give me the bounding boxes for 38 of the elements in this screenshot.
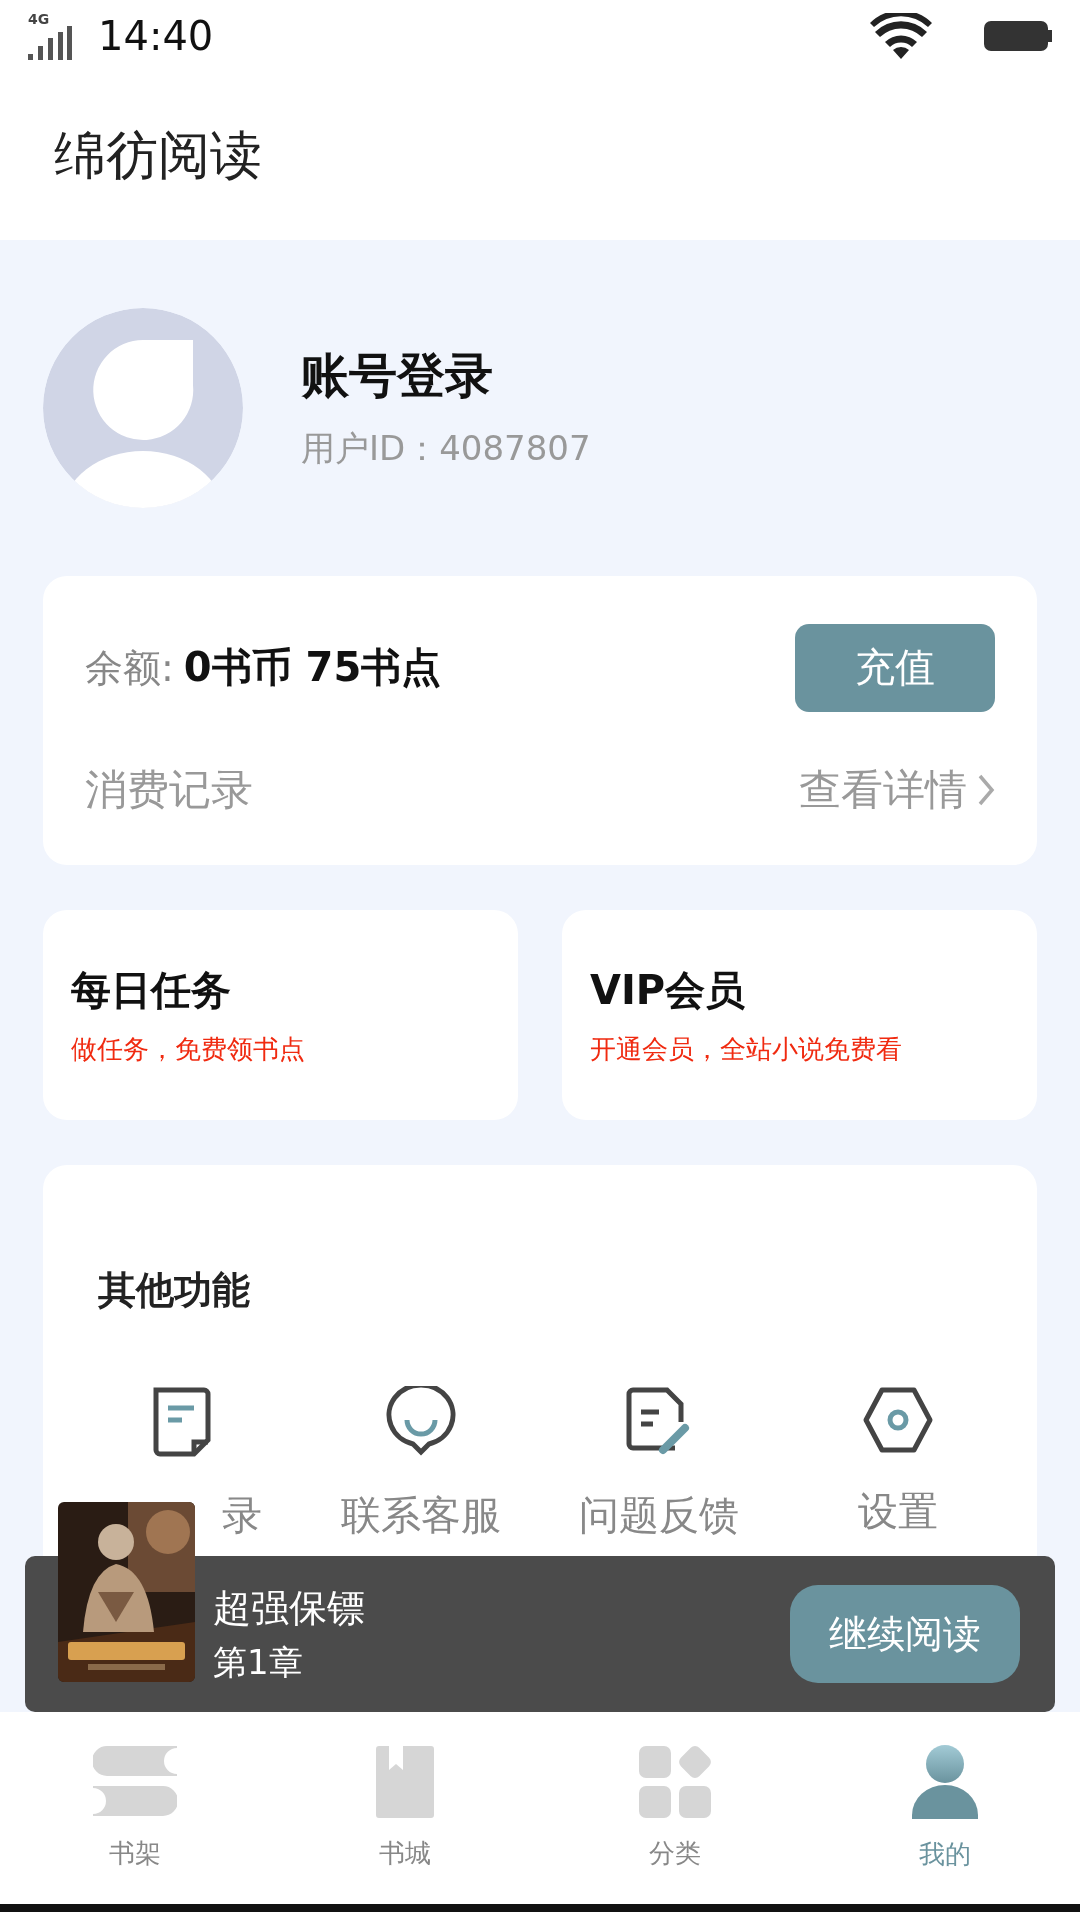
tab[interactable]: 书城 <box>270 1712 540 1904</box>
chapter-label: 第1章 <box>213 1640 304 1684</box>
recharge-button[interactable]: 充值 <box>795 623 995 712</box>
promo-subtitle: 做任务，免费领书点 <box>71 1032 306 1066</box>
book-icon <box>376 1745 434 1818</box>
records-label: 消费记录 <box>85 763 253 816</box>
tab[interactable]: 书架 <box>0 1712 270 1904</box>
continue-reading-button[interactable]: 继续阅读 <box>790 1585 1020 1683</box>
login-title[interactable]: 账号登录 <box>301 344 591 409</box>
avatar-icon <box>43 308 243 509</box>
settings-icon <box>861 1385 934 1454</box>
promo-card[interactable]: 每日任务 做任务，免费领书点 <box>43 909 518 1120</box>
book-title: 超强保镖 <box>213 1584 365 1632</box>
grid-icon <box>639 1745 711 1818</box>
person-icon <box>912 1744 978 1819</box>
promo-title: VIP会员 <box>590 965 747 1015</box>
promo-title: 每日任务 <box>71 965 232 1015</box>
tab[interactable]: 分类 <box>540 1712 810 1904</box>
app-title: 绵彷阅读 <box>54 124 262 187</box>
battery-icon <box>984 19 1052 53</box>
promo-card[interactable]: VIP会员 开通会员，全站小说免费看 <box>562 909 1037 1120</box>
function-label[interactable]: 录 <box>222 1487 263 1543</box>
user-id: 用户ID：4087807 <box>301 427 591 471</box>
function-label[interactable]: 设置 <box>857 1483 938 1539</box>
details-link[interactable]: 查看详情 <box>799 761 967 818</box>
function-label[interactable]: 联系客服 <box>340 1487 501 1543</box>
promo-subtitle: 开通会员，全站小说免费看 <box>590 1032 903 1066</box>
clock: 14:40 <box>98 13 214 59</box>
balance-label: 余额: <box>85 646 174 690</box>
signal-icon <box>28 26 72 60</box>
balance-value: 0书币 75书点 <box>183 644 442 690</box>
books-icon <box>93 1745 177 1818</box>
section-title: 其他功能 <box>97 1266 251 1314</box>
network-type: 4G <box>28 12 50 26</box>
wifi-icon <box>870 13 932 59</box>
tab[interactable]: 我的 <box>810 1712 1080 1904</box>
chat-bubble-icon <box>384 1385 457 1458</box>
function-label[interactable]: 问题反馈 <box>579 1487 740 1543</box>
